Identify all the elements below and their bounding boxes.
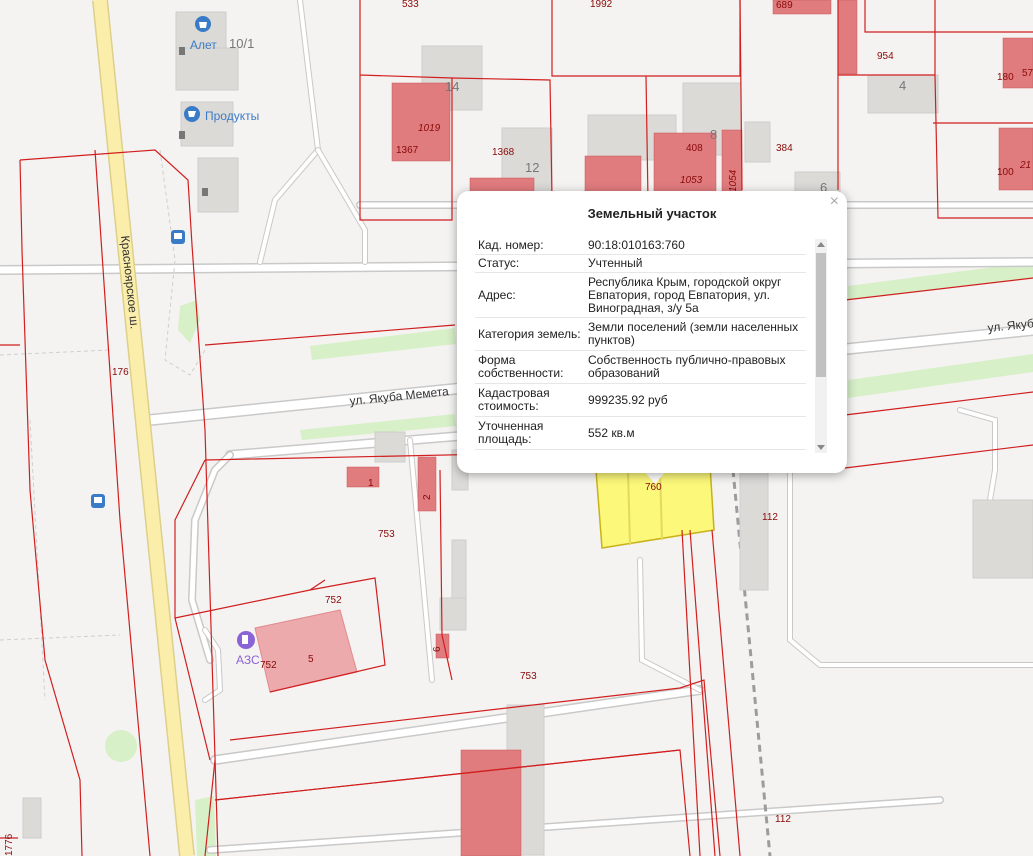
parcel-label: 752	[325, 595, 342, 606]
info-row-land-category: Категория земель: Земли поселений (земли…	[475, 317, 806, 351]
parcel-label: 2	[422, 494, 433, 500]
parcel-label: 21	[1019, 160, 1031, 171]
parcel-label: 1368	[492, 147, 515, 158]
parcel-label: 753	[378, 529, 395, 540]
parcel-label: 5	[308, 654, 314, 665]
info-value: Республика Крым, городской округ Евпатор…	[585, 272, 806, 318]
info-key: Категория земель:	[475, 317, 585, 351]
info-key: Кадастровая стоимость:	[475, 383, 585, 417]
parcel-info-popup: Земельный участок × Кад. номер: 90:18:01…	[457, 191, 847, 473]
parcel-label: 112	[775, 814, 791, 825]
parcel-label: 689	[776, 0, 793, 11]
info-row-address: Адрес: Республика Крым, городской округ …	[475, 272, 806, 318]
shop-icon-alet[interactable]	[195, 16, 211, 32]
fuel-icon-azs[interactable]	[237, 631, 255, 649]
parcel-label: 6	[432, 646, 443, 652]
shop-icon-produkty[interactable]	[184, 106, 200, 122]
parcel-label: 954	[877, 51, 894, 62]
info-key: Статус:	[475, 254, 585, 273]
parcel-label: 408	[686, 143, 703, 154]
parcel-label: 384	[776, 143, 793, 154]
info-value: Собственность публично-правовых образова…	[585, 350, 806, 384]
popup-scroll-area[interactable]: Кад. номер: 90:18:010163:760 Статус: Учт…	[475, 237, 827, 457]
parcel-label: 112	[762, 512, 778, 523]
info-value: 999235.92 руб	[585, 383, 806, 417]
parcel-label: 1367	[396, 145, 419, 156]
house-number: 10/1	[229, 36, 254, 51]
info-value: 90:18:010163:760	[585, 237, 806, 255]
info-value: 552 кв.м	[585, 416, 806, 450]
poi-label-azs: АЗС	[236, 653, 260, 667]
poi-label-produkty: Продукты	[205, 109, 259, 123]
scroll-down-icon[interactable]	[817, 445, 825, 450]
parcel-label: 1019	[418, 123, 441, 134]
parcel-label: 1776	[4, 833, 15, 856]
close-icon[interactable]: ×	[830, 193, 839, 211]
parcel-label: 752	[260, 660, 277, 671]
parcel-label: 1054	[728, 169, 739, 192]
bus-stop-icon[interactable]	[91, 494, 105, 508]
house-number: 8	[710, 127, 717, 142]
parcel-label: 1	[368, 478, 374, 489]
parcel-label: 753	[520, 671, 537, 682]
info-value: Учтенный	[585, 254, 806, 273]
popup-title: Земельный участок	[587, 206, 717, 221]
parcel-label: 1992	[590, 0, 613, 10]
info-key: Уточненная площадь:	[475, 416, 585, 450]
info-key: Форма собственности:	[475, 350, 585, 384]
parcel-label: 100	[997, 167, 1014, 178]
info-row-area: Уточненная площадь: 552 кв.м	[475, 416, 806, 450]
parcel-label: 533	[402, 0, 419, 10]
info-row-ownership: Форма собственности: Собственность публи…	[475, 350, 806, 384]
parcel-label: 1053	[680, 175, 703, 186]
info-key: Кад. номер:	[475, 237, 585, 255]
info-row-cadastral-number: Кад. номер: 90:18:010163:760	[475, 237, 806, 255]
parcel-info-table: Кад. номер: 90:18:010163:760 Статус: Учт…	[475, 237, 806, 450]
parcel-label: 176	[112, 367, 129, 378]
scrollbar-thumb[interactable]	[816, 253, 826, 377]
parcel-label: 180	[997, 72, 1014, 83]
info-row-cadastral-value: Кадастровая стоимость: 999235.92 руб	[475, 383, 806, 417]
bus-stop-icon[interactable]	[171, 230, 185, 244]
house-number: 14	[445, 79, 459, 94]
house-number: 12	[525, 160, 539, 175]
poi-label-alet: Алет	[190, 38, 217, 52]
info-row-status: Статус: Учтенный	[475, 254, 806, 273]
popup-scrollbar[interactable]	[815, 239, 827, 453]
house-number: 4	[899, 78, 906, 93]
info-key: Адрес:	[475, 272, 585, 318]
info-value: Земли поселений (земли населенных пункто…	[585, 317, 806, 351]
scroll-up-icon[interactable]	[817, 242, 825, 247]
parcel-label: 57	[1022, 68, 1033, 79]
